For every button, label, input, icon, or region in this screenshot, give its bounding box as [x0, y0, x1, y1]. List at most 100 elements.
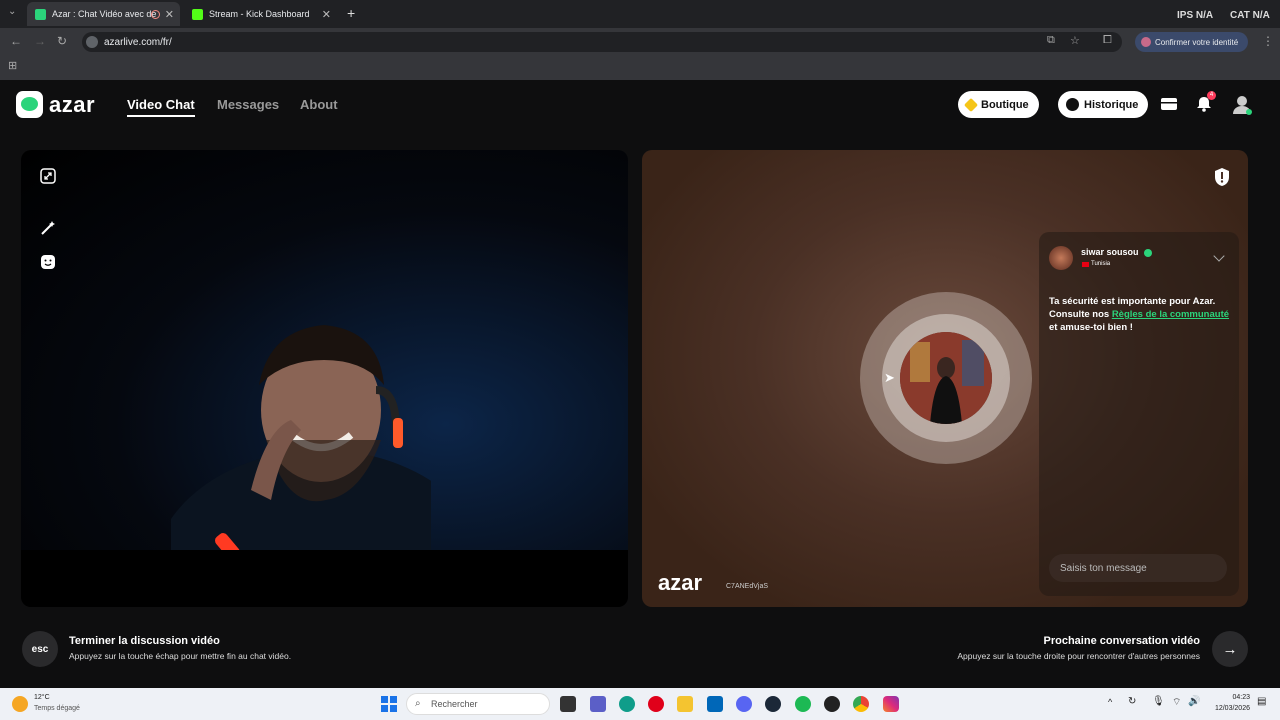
remote-user-avatar [900, 332, 992, 424]
verified-badge-icon [1144, 248, 1153, 257]
shop-button[interactable]: Boutique [958, 91, 1039, 118]
bookmarks-bar: ⊞ [0, 56, 1280, 80]
chat-user-avatar[interactable] [1049, 246, 1073, 270]
magic-wand-icon[interactable] [39, 219, 57, 237]
close-tab-icon[interactable]: ✕ [322, 8, 331, 21]
notification-bell-icon[interactable]: 4 [1194, 91, 1216, 114]
app-icon[interactable] [824, 696, 840, 712]
clock-time: 04:23 [1232, 694, 1250, 701]
weather-temp: 12°C [34, 694, 50, 701]
message-input[interactable]: Saisis ton message [1049, 554, 1227, 582]
steam-icon[interactable] [765, 696, 781, 712]
url-field[interactable]: azarlive.com/fr/ [82, 32, 1122, 52]
tray-sync-icon[interactable]: ↻ [1128, 696, 1136, 707]
azar-favicon-icon [35, 8, 46, 20]
apps-grid-icon[interactable]: ⊞ [8, 59, 17, 72]
next-chat-hint: Appuyez sur la touche droite pour rencon… [957, 651, 1200, 661]
logo-text: azar [49, 91, 96, 117]
confirm-identity-button[interactable]: Confirmer votre identité [1135, 32, 1249, 52]
confirm-identity-label: Confirmer votre identité [1155, 37, 1239, 47]
install-app-icon[interactable]: ⧉ [1047, 34, 1055, 47]
chat-user-name: siwar sousou [1081, 247, 1153, 257]
gem-icon [963, 97, 979, 112]
extensions-icon[interactable]: ⧠ [1103, 34, 1112, 47]
profile-avatar-icon [1141, 37, 1151, 47]
tab-list-chevron-icon[interactable]: ⌄ [8, 6, 16, 17]
azar-app: azar Video Chat Messages About Boutique … [0, 80, 1280, 688]
chevron-down-icon[interactable] [1213, 250, 1225, 262]
community-rules-link[interactable]: Règles de la communauté [1112, 309, 1229, 320]
spotify-icon[interactable] [795, 696, 811, 712]
next-arrow-button[interactable]: → [1212, 631, 1248, 667]
chat-user-country: Tunisia [1091, 261, 1111, 267]
site-info-icon[interactable] [86, 36, 98, 48]
address-bar-row: ← → ↻ azarlive.com/fr/ ⧉ ☆ ⧠ Confirmer v… [0, 28, 1280, 56]
azar-logo[interactable]: azar [16, 91, 95, 118]
notification-count-badge: 4 [1207, 91, 1216, 100]
recording-icon [151, 9, 160, 19]
nav-messages[interactable]: Messages [217, 97, 279, 112]
tray-wifi-icon[interactable]: ⌔ [1172, 696, 1181, 709]
tray-volume-icon[interactable]: 🔊 [1188, 696, 1200, 707]
next-chat-title: Prochaine conversation vidéo [1043, 635, 1201, 647]
discord-icon[interactable] [736, 696, 752, 712]
browser-tab-bar: ⌄ Azar : Chat Vidéo avec de ✕ Stream - K… [0, 0, 1280, 28]
new-tab-icon[interactable]: + [347, 5, 355, 21]
mouse-cursor-icon: ➤ [884, 370, 895, 385]
back-icon[interactable]: ← [10, 34, 22, 48]
safety-message: Ta sécurité est importante pour Azar. Co… [1049, 296, 1230, 333]
tab-azar[interactable]: Azar : Chat Vidéo avec de ✕ [27, 2, 180, 26]
menu-icon[interactable]: ⋮ [1262, 34, 1274, 48]
remote-video-pane: ➤ siwar sousou Tunisia Ta sécurité est i… [642, 150, 1248, 607]
tray-mic-icon[interactable]: 🎙 [1152, 696, 1165, 707]
instagram-icon[interactable] [883, 696, 899, 712]
teams-icon[interactable] [590, 696, 606, 712]
tunisia-flag-icon [1082, 262, 1089, 267]
task-view-icon[interactable] [560, 696, 576, 712]
profile-avatar[interactable] [1231, 94, 1252, 115]
tab-title: Stream - Kick Dashboard [209, 9, 310, 19]
chat-panel: siwar sousou Tunisia Ta sécurité est imp… [1039, 232, 1239, 596]
inbox-icon[interactable] [1159, 94, 1179, 114]
nav-video-chat[interactable]: Video Chat [127, 97, 195, 117]
report-shield-icon[interactable] [1213, 167, 1231, 187]
tab-title: Azar : Chat Vidéo avec de [52, 9, 157, 19]
end-chat-title: Terminer la discussion vidéo [69, 635, 220, 647]
tray-chevron-icon[interactable]: ^ [1108, 697, 1112, 707]
store-icon[interactable] [707, 696, 723, 712]
shop-label: Boutique [981, 98, 1029, 111]
sticker-face-icon[interactable] [39, 253, 57, 271]
file-explorer-icon[interactable] [677, 696, 693, 712]
kick-favicon-icon [192, 8, 203, 20]
chrome-icon[interactable] [853, 696, 869, 712]
nav-about[interactable]: About [300, 97, 338, 112]
weather-desc: Temps dégagé [34, 705, 80, 712]
reload-icon[interactable]: ↻ [57, 34, 67, 48]
esc-button[interactable]: esc [22, 631, 58, 667]
close-tab-icon[interactable]: ✕ [165, 8, 174, 21]
azar-watermark: azar [658, 570, 703, 595]
url-text: azarlive.com/fr/ [104, 36, 172, 48]
fullscreen-icon[interactable] [39, 167, 57, 185]
tab-kick[interactable]: Stream - Kick Dashboard ✕ [184, 2, 337, 26]
opera-icon[interactable] [648, 696, 664, 712]
bookmark-star-icon[interactable]: ☆ [1070, 34, 1080, 47]
windows-start-icon[interactable] [381, 696, 397, 712]
history-button[interactable]: Historique [1058, 91, 1149, 118]
local-video-pane [21, 150, 628, 607]
cat-indicator: CAT N/A [1230, 10, 1270, 21]
windows-taskbar: 12°C Temps dégagé ⌕ Rechercher ^ ↻ 🎙 ⌔ 🔊… [0, 688, 1280, 720]
local-user-video [151, 300, 491, 607]
arrow-right-icon: → [1222, 640, 1238, 658]
notification-center-icon[interactable]: ▤ [1257, 696, 1266, 707]
clock-date: 12/03/2026 [1214, 705, 1250, 712]
azar-logo-icon [16, 91, 43, 118]
taskbar-search[interactable]: ⌕ Rechercher [406, 693, 550, 715]
search-icon: ⌕ [415, 698, 421, 709]
watermark-code: C7ANEdVjaS [726, 583, 769, 590]
search-placeholder: Rechercher [431, 699, 478, 709]
ips-indicator: IPS N/A [1177, 10, 1214, 21]
edge-icon[interactable] [619, 696, 635, 712]
forward-icon[interactable]: → [34, 34, 46, 48]
weather-moon-icon[interactable] [12, 696, 28, 712]
